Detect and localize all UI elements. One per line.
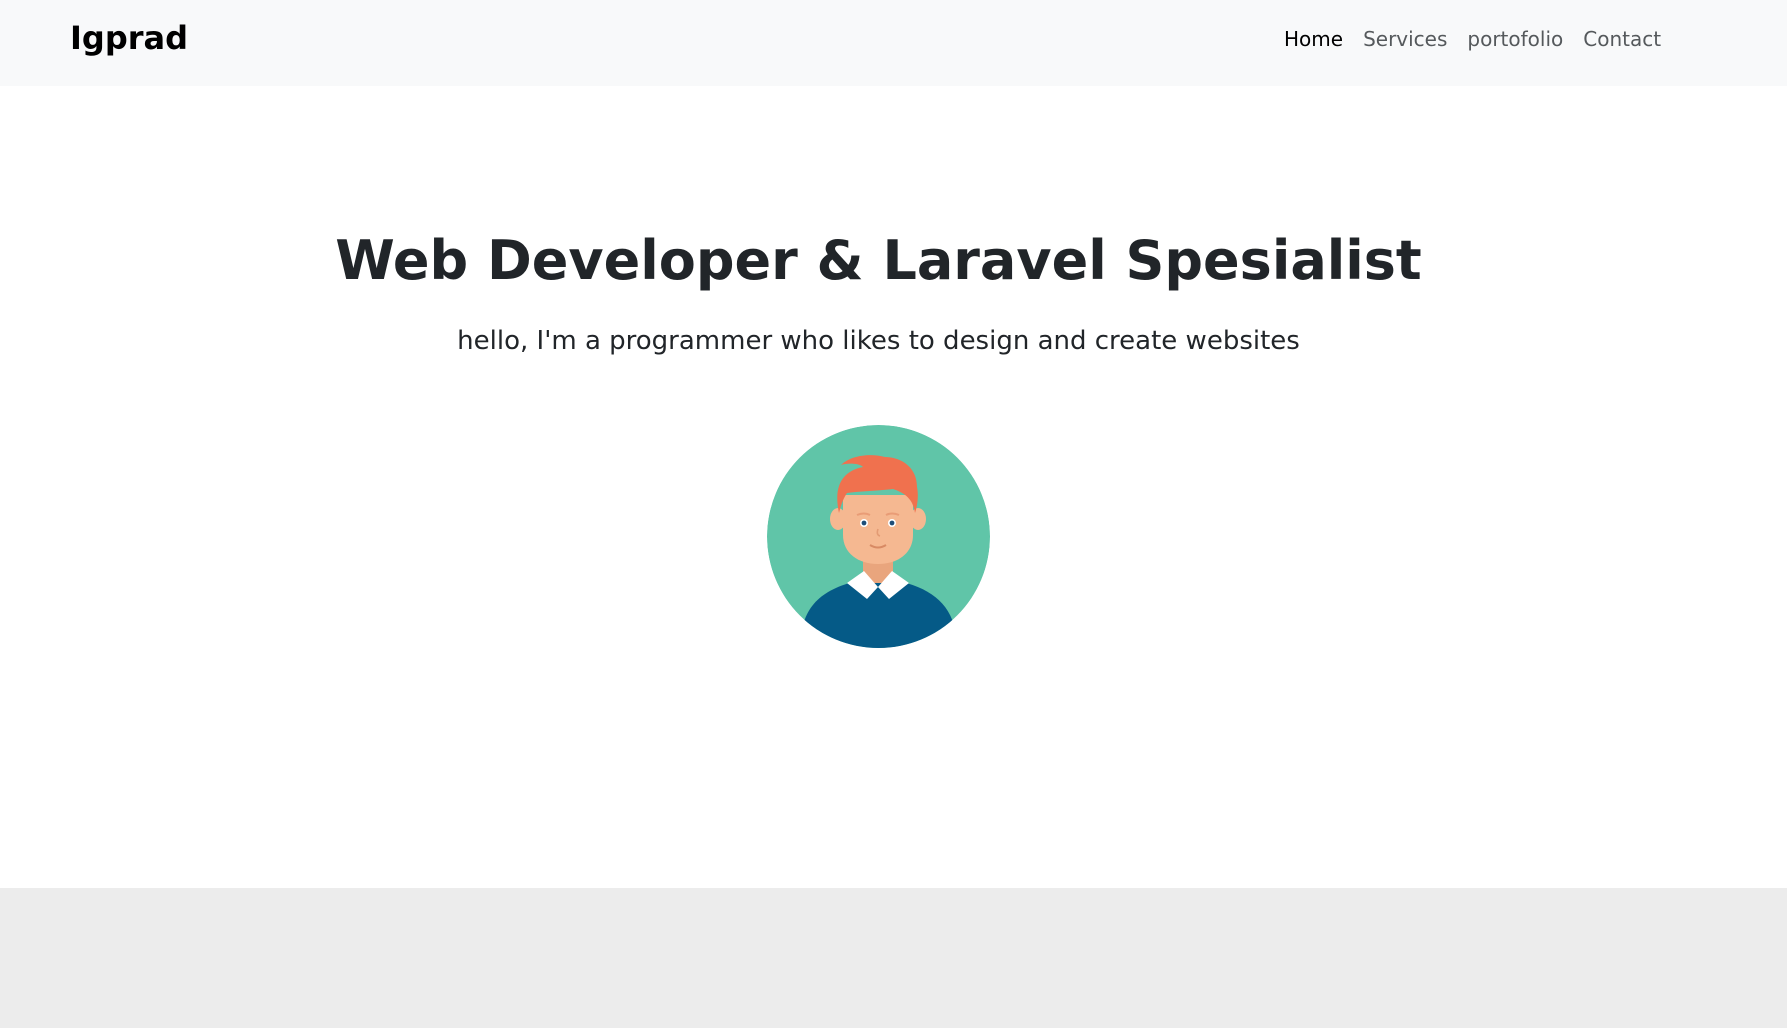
brand-logo[interactable]: Igprad — [70, 18, 188, 58]
developer-avatar-icon — [767, 425, 990, 648]
nav-link-services[interactable]: Services — [1353, 25, 1457, 53]
nav-links: Home Services portofolio Contact — [1274, 25, 1671, 53]
hero-lead: hello, I'm a programmer who likes to des… — [457, 326, 1300, 356]
nav-link-home[interactable]: Home — [1274, 25, 1353, 53]
hero-section: Web Developer & Laravel Spesialist hello… — [0, 86, 1787, 888]
nav-link-contact[interactable]: Contact — [1573, 25, 1671, 53]
navbar: Igprad Home Services portofolio Contact — [0, 0, 1787, 86]
footer-band — [0, 888, 1787, 1028]
nav-link-portofolio[interactable]: portofolio — [1457, 25, 1573, 53]
hero-title: Web Developer & Laravel Spesialist — [335, 229, 1422, 292]
